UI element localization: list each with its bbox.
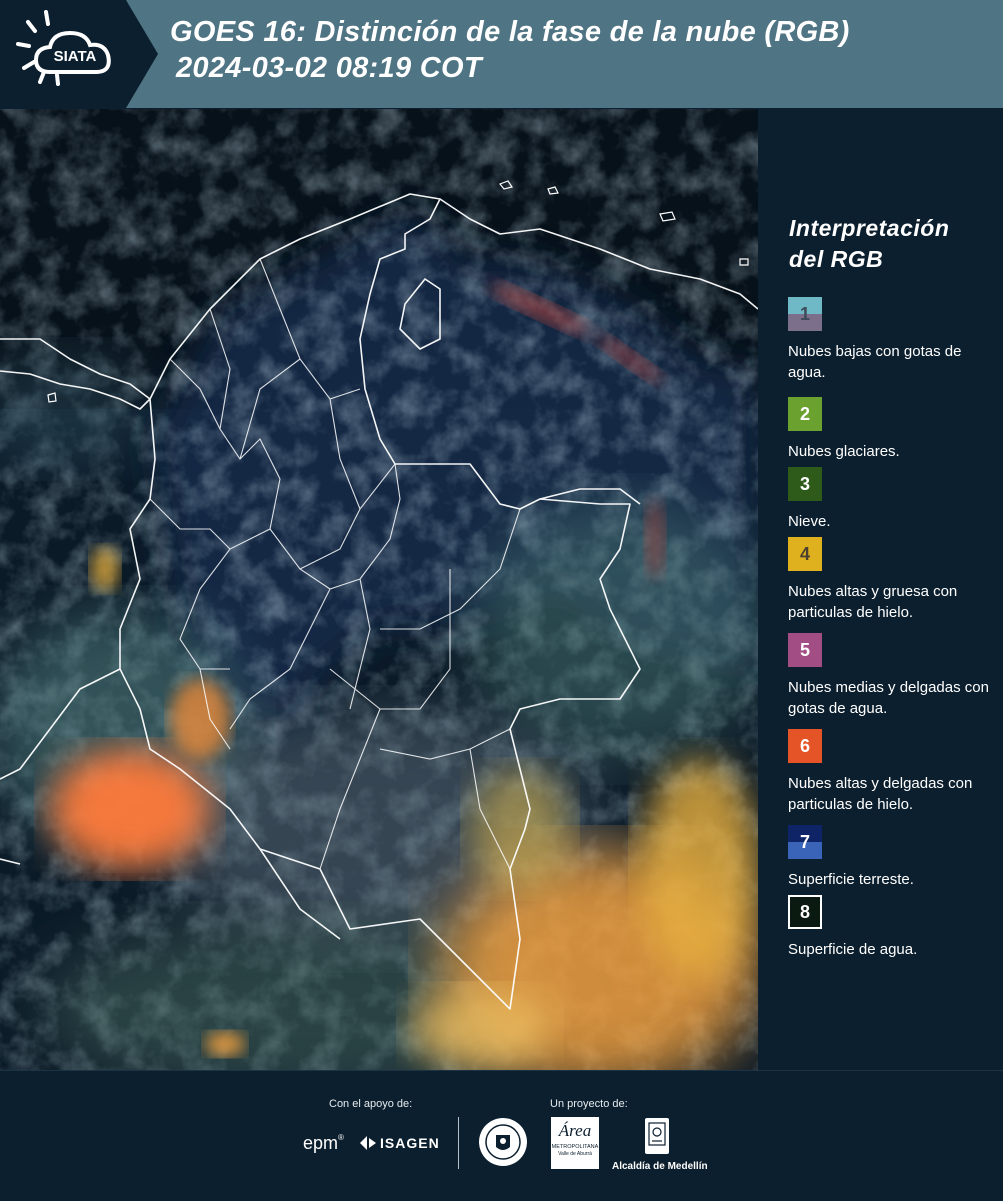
area-logo-sub: METROPOLITANA — [551, 1144, 599, 1150]
legend-number: 1 — [799, 303, 810, 324]
legend-swatch-3: 3 — [788, 467, 822, 501]
legend-item-5: 5 Nubes medias y delgadas con gotas de ag… — [788, 633, 1000, 719]
legend-number: 6 — [799, 735, 810, 756]
legend-item-7: 7 Superficie terreste. — [788, 825, 1000, 890]
area-logo-sub2: Valle de Aburrá — [558, 1151, 592, 1157]
legend-label: Superficie de agua. — [788, 941, 918, 958]
legend-number: 5 — [799, 639, 810, 660]
alcaldia-shield-icon — [645, 1118, 669, 1154]
legend-item-3: 3 Nieve. — [788, 467, 1000, 532]
legend-number: 7 — [799, 831, 810, 852]
isagen-logo: ISAGEN — [358, 1134, 440, 1152]
header-bar: SIATA GOES 16: Distinción de la fase de … — [0, 0, 1003, 108]
legend-swatch-6: 6 — [788, 729, 822, 763]
legend-swatch-7: 7 — [788, 825, 822, 859]
legend-label: Nubes altas y delgadas con particulas de… — [788, 775, 973, 813]
legend-item-1: 1 Nubes bajas con gotas de agua. — [788, 297, 1000, 383]
legend-number: 8 — [799, 901, 810, 922]
siata-logo-text: SIATA — [54, 48, 97, 65]
legend-label: Nubes bajas con gotas de agua. — [788, 343, 962, 381]
legend-item-2: 2 Nubes glaciares. — [788, 397, 1000, 462]
footer-divider — [458, 1117, 459, 1169]
page-title: GOES 16: Distinción de la fase de la nub… — [170, 14, 850, 86]
legend-label: Nubes glaciares. — [788, 443, 900, 460]
area-metropolitana-logo: Área METROPOLITANA Valle de Aburrá — [551, 1117, 599, 1169]
legend-swatch-4: 4 — [788, 537, 822, 571]
legend-title-line-1: Interpretación — [789, 215, 950, 241]
title-line-1: GOES 16: Distinción de la fase de la nub… — [170, 16, 850, 48]
satellite-rgb-map — [0, 109, 758, 1070]
siata-logo: SIATA — [0, 0, 158, 108]
medellin-seal-logo — [478, 1117, 528, 1172]
alcaldia-logo-text: Alcaldía de Medellín — [612, 1161, 708, 1172]
alcaldia-logo: Alcaldía de Medellín — [612, 1117, 708, 1172]
support-label: Con el apoyo de: — [329, 1098, 413, 1110]
area-logo-word: Área — [558, 1121, 592, 1140]
legend-swatch-5: 5 — [788, 633, 822, 667]
legend-number: 2 — [799, 403, 810, 424]
legend-item-8: 8 Superficie de agua. — [788, 895, 1000, 960]
legend-panel: Interpretación del RGB 1 Nubes bajas con … — [760, 109, 1003, 1070]
legend-number: 4 — [799, 543, 810, 564]
legend-label: Nieve. — [788, 513, 831, 530]
isagen-logo-text: ISAGEN — [380, 1135, 440, 1151]
title-line-2: 2024-03-02 08:19 COT — [176, 52, 482, 84]
footer: Con el apoyo de: Un proyecto de: epm® IS… — [0, 1070, 1003, 1201]
legend-title: Interpretación del RGB — [789, 213, 989, 275]
legend-item-6: 6 Nubes altas y delgadas con particulas d… — [788, 729, 1000, 815]
legend-swatch-2: 2 — [788, 397, 822, 431]
legend-number: 3 — [799, 473, 810, 494]
epm-logo-text: epm — [303, 1133, 339, 1153]
legend-title-line-2: del RGB — [789, 246, 884, 272]
legend-label: Nubes medias y delgadas con gotas de agu… — [788, 679, 989, 717]
legend-label: Nubes altas y gruesa con particulas de h… — [788, 583, 958, 621]
legend-item-4: 4 Nubes altas y gruesa con particulas de … — [788, 537, 1000, 623]
project-label: Un proyecto de: — [550, 1098, 628, 1110]
legend-swatch-1: 1 — [788, 297, 822, 331]
legend-label: Superficie terreste. — [788, 871, 914, 888]
legend-swatch-8: 8 — [788, 895, 822, 929]
epm-logo: epm® — [303, 1133, 344, 1153]
isagen-icon — [360, 1136, 376, 1150]
